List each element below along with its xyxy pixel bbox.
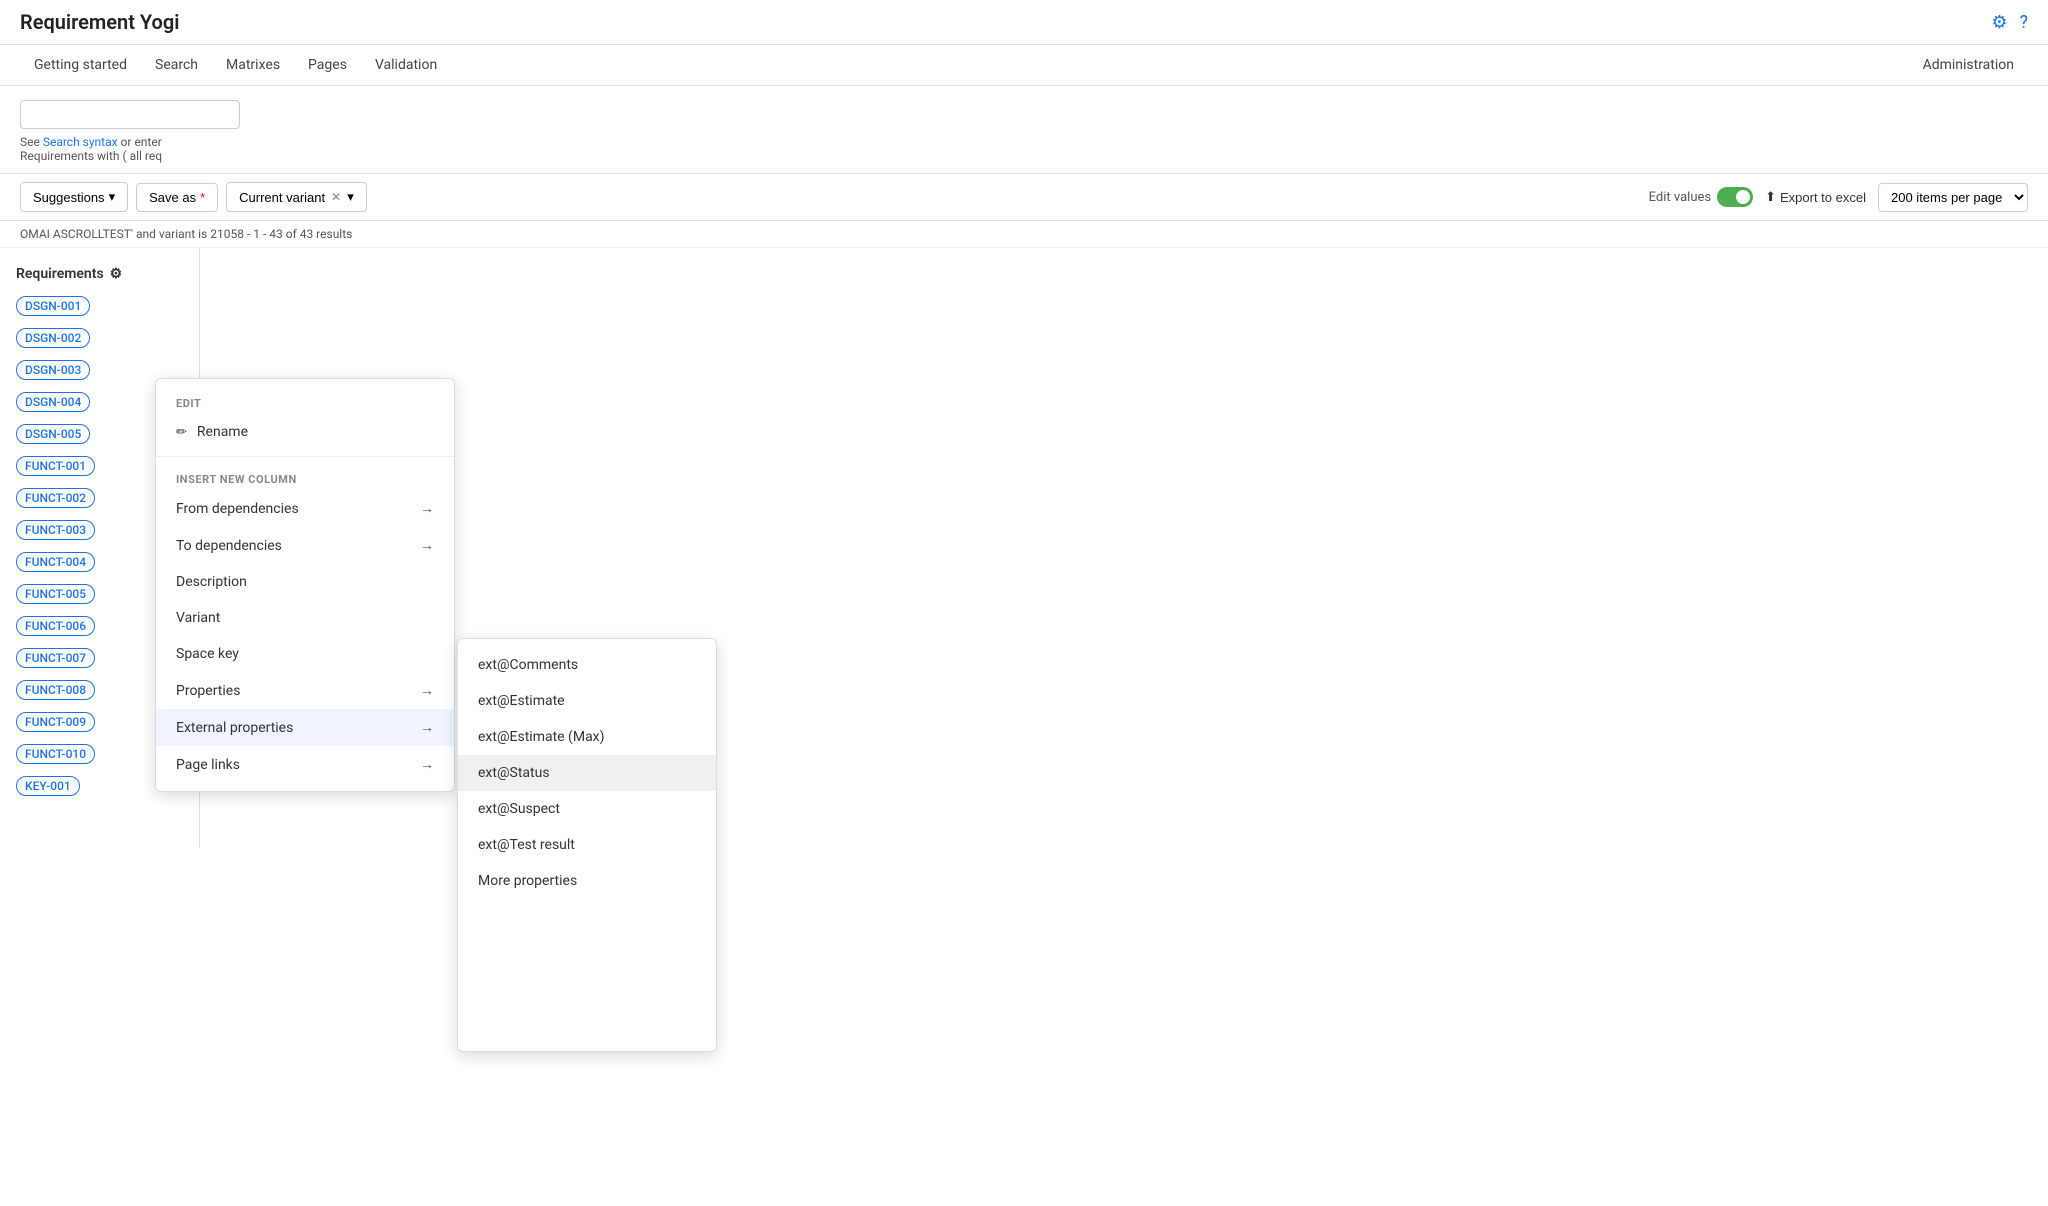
rename-menu-item[interactable]: ✏ Rename [156,414,454,450]
arrow-icon: → [420,719,434,736]
arrow-icon: → [420,682,434,699]
nav-item-validation[interactable]: Validation [361,45,451,85]
chevron-down-icon-variant: ▾ [347,189,354,205]
to-dependencies-item[interactable]: To dependencies → [156,527,454,564]
req-badge-funct-009[interactable]: FUNCT-009 [16,712,95,732]
sub-item-ext-status[interactable]: ext@Status [458,755,716,791]
req-badge-dsgn-002[interactable]: DSGN-002 [16,328,90,348]
sub-item-ext-estimate[interactable]: ext@Estimate [458,683,716,719]
main-content: Requirements ⚙ DSGN-001 DSGN-002 DSGN-00… [0,248,2048,848]
toolbar: Suggestions ▾ Save as * Current variant … [0,174,2048,221]
req-badge-funct-002[interactable]: FUNCT-002 [16,488,95,508]
from-dependencies-item[interactable]: From dependencies → [156,490,454,527]
sub-item-ext-suspect[interactable]: ext@Suspect [458,791,716,827]
settings-icon[interactable]: ⚙ [1991,12,2007,33]
sub-item-more-properties[interactable]: More properties [458,863,716,899]
edit-dropdown: EDIT ✏ Rename INSERT NEW COLUMN From dep… [155,378,455,792]
search-syntax-link[interactable]: Search syntax [43,135,118,149]
req-badge-dsgn-003[interactable]: DSGN-003 [16,360,90,380]
nav-item-search[interactable]: Search [141,45,212,85]
edit-values-toggle[interactable] [1717,187,1753,207]
req-badge-dsgn-001[interactable]: DSGN-001 [16,296,90,316]
export-excel-button[interactable]: ⬆ Export to excel [1765,189,1866,205]
req-badge-funct-003[interactable]: FUNCT-003 [16,520,95,540]
edit-section-label: EDIT [156,387,454,414]
req-badge-funct-005[interactable]: FUNCT-005 [16,584,95,604]
nav-admin[interactable]: Administration [1909,45,2028,85]
arrow-icon: → [420,756,434,773]
search-area: See Search syntax or enter Requirements … [0,86,2048,174]
nav-item-pages[interactable]: Pages [294,45,361,85]
list-item: DSGN-002 [0,322,199,354]
search-help: See Search syntax or enter Requirements … [20,135,2028,163]
req-badge-funct-001[interactable]: FUNCT-001 [16,456,95,476]
context-menu-overlay: EDIT ✏ Rename INSERT NEW COLUMN From dep… [155,378,717,792]
page-links-item[interactable]: Page links → [156,746,454,783]
export-icon: ⬆ [1765,189,1776,205]
variant-close-icon[interactable]: ✕ [331,190,341,204]
req-badge-dsgn-005[interactable]: DSGN-005 [16,424,90,444]
req-badge-funct-007[interactable]: FUNCT-007 [16,648,95,668]
sub-dropdown: ext@Comments ext@Estimate ext@Estimate (… [457,638,717,1052]
search-input[interactable] [20,100,240,129]
properties-item[interactable]: Properties → [156,672,454,709]
variant-item[interactable]: Variant [156,600,454,636]
sub-item-ext-comments[interactable]: ext@Comments [458,647,716,683]
variant-button[interactable]: Current variant ✕ ▾ [226,182,367,212]
nav-bar: Getting started Search Matrixes Pages Va… [0,45,2048,86]
space-key-item[interactable]: Space key [156,636,454,672]
suggestions-button[interactable]: Suggestions ▾ [20,182,128,212]
chevron-down-icon: ▾ [109,189,116,205]
insert-section-label: INSERT NEW COLUMN [156,463,454,490]
req-badge-funct-008[interactable]: FUNCT-008 [16,680,95,700]
help-icon[interactable]: ? [2019,12,2028,33]
req-badge-funct-010[interactable]: FUNCT-010 [16,744,95,764]
results-info: OMAI ASCROLLTEST' and variant is 21058 -… [0,221,2048,248]
list-item: DSGN-001 [0,290,199,322]
req-badge-dsgn-004[interactable]: DSGN-004 [16,392,90,412]
req-badge-funct-004[interactable]: FUNCT-004 [16,552,95,572]
req-badge-funct-006[interactable]: FUNCT-006 [16,616,95,636]
saveas-asterisk: * [200,190,205,205]
req-badge-key-001[interactable]: KEY-001 [16,776,80,796]
nav-item-getting-started[interactable]: Getting started [20,45,141,85]
sub-item-ext-estimate-max[interactable]: ext@Estimate (Max) [458,719,716,755]
sidebar-settings-icon[interactable]: ⚙ [110,266,123,282]
top-bar-right: ⚙ ? [1991,12,2028,33]
arrow-icon: → [420,500,434,517]
nav-item-matrixes[interactable]: Matrixes [212,45,294,85]
pencil-icon: ✏ [176,425,187,440]
external-properties-item[interactable]: External properties → [156,709,454,746]
app-title: Requirement Yogi [20,10,179,34]
per-page-select[interactable]: 200 items per page [1878,183,2028,212]
description-item[interactable]: Description [156,564,454,600]
toolbar-right: Edit values ⬆ Export to excel 200 items … [1649,183,2028,212]
top-bar: Requirement Yogi ⚙ ? [0,0,2048,45]
saveas-button[interactable]: Save as * [136,183,218,212]
arrow-icon: → [420,537,434,554]
menu-divider [156,456,454,457]
sidebar-header: Requirements ⚙ [0,258,199,290]
sub-item-ext-test-result[interactable]: ext@Test result [458,827,716,863]
edit-values-group: Edit values [1649,187,1753,207]
